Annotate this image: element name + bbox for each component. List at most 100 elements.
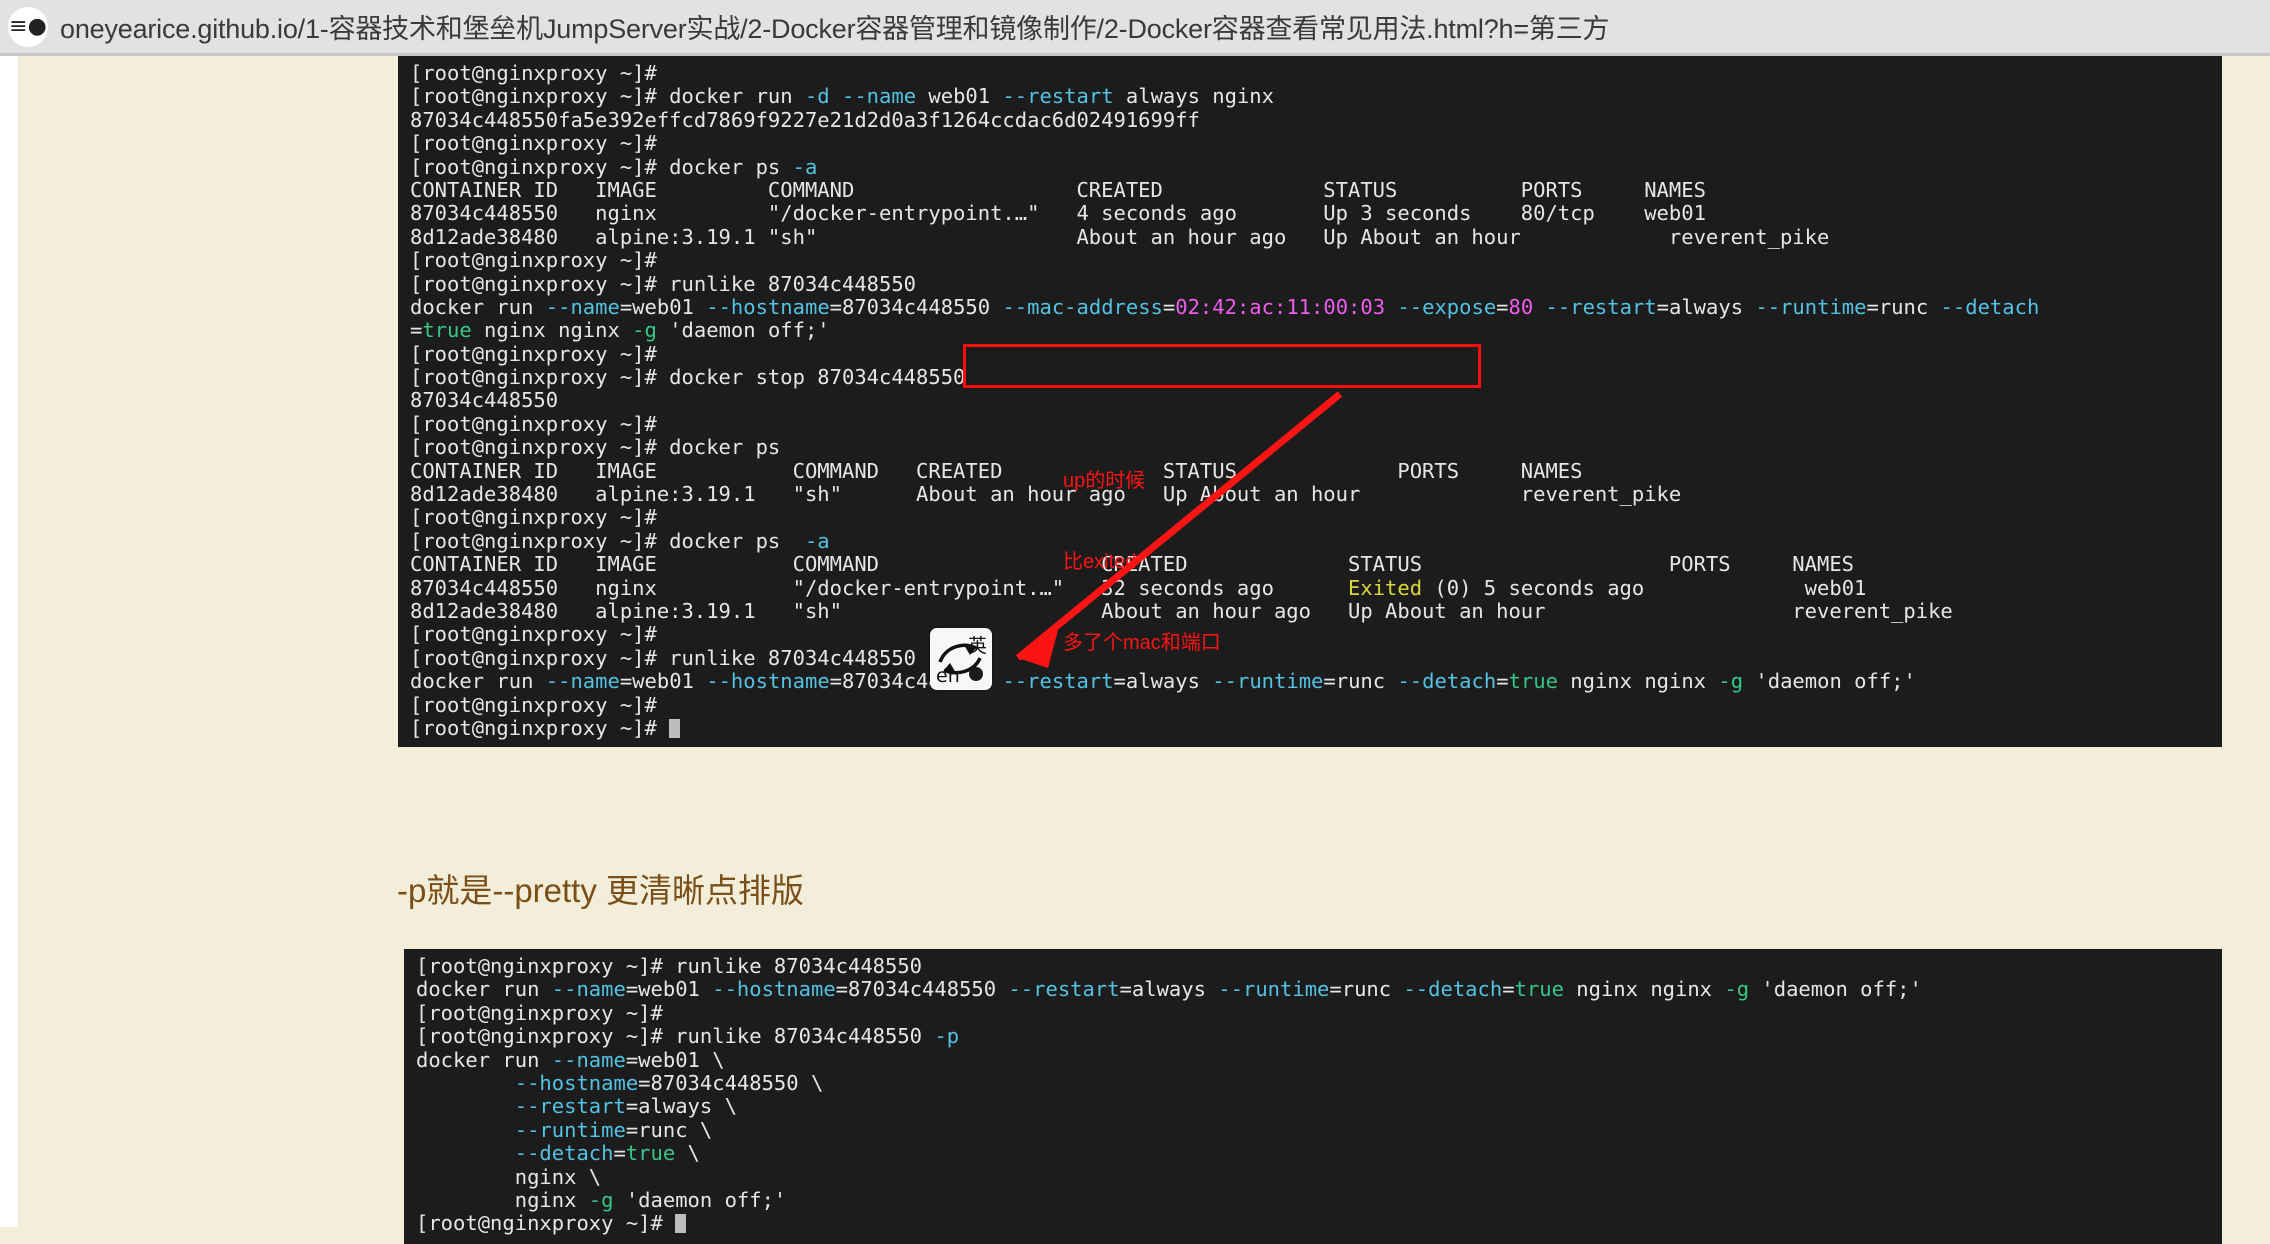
terminal-line: [root@nginxproxy ~]# runlike 87034c44855… — [410, 647, 2222, 670]
terminal-text: 'daemon off;' — [613, 1188, 786, 1212]
terminal-text — [1533, 295, 1545, 319]
terminal-text: -g — [1718, 669, 1743, 693]
terminal-text: [root@nginxproxy ~]# — [410, 342, 657, 366]
terminal-line: [root@nginxproxy ~]# — [410, 717, 2222, 740]
terminal-text: --runtime — [1212, 669, 1323, 693]
terminal-text: CONTAINER ID IMAGE COMMAND CREATED STATU… — [410, 178, 1706, 202]
terminal-text: =web01 — [620, 669, 706, 693]
terminal-line: --hostname=87034c448550 \ — [416, 1072, 2222, 1095]
terminal-text: -g — [632, 318, 657, 342]
terminal-block-top[interactable]: [root@nginxproxy ~]#[root@nginxproxy ~]#… — [398, 56, 2222, 747]
terminal-text: always nginx — [1114, 84, 1274, 108]
terminal-text: web01 — [916, 84, 1002, 108]
terminal-text: 80 — [1509, 295, 1534, 319]
terminal-text — [830, 84, 842, 108]
terminal-text — [416, 1141, 515, 1165]
terminal-text: = — [1496, 295, 1508, 319]
terminal-text: true — [422, 318, 471, 342]
terminal-text: -g — [1724, 977, 1749, 1001]
terminal-text: [root@nginxproxy ~]# runlike 87034c44855… — [410, 646, 916, 670]
terminal-block-bottom[interactable]: [root@nginxproxy ~]# runlike 87034c44855… — [404, 949, 2222, 1244]
browser-url-bar[interactable]: ≡● oneyearice.github.io/1-容器技术和堡垒机JumpSe… — [0, 0, 2270, 53]
terminal-text: =87034c448550 \ — [638, 1071, 823, 1095]
annotation-line-1: up的时候 — [1063, 468, 1221, 495]
terminal-text — [1385, 295, 1397, 319]
terminal-text: --mac-address — [1002, 295, 1162, 319]
terminal-text: --detach — [1397, 669, 1496, 693]
terminal-line: 87034c448550 — [410, 389, 2222, 412]
terminal-line: [root@nginxproxy ~]# — [410, 694, 2222, 717]
terminal-text: docker run — [410, 295, 546, 319]
terminal-line: docker run --name=web01 \ — [416, 1049, 2222, 1072]
terminal-text: 'daemon off;' — [1743, 669, 1916, 693]
page-info-icon[interactable]: ≡● — [8, 7, 48, 47]
terminal-text: 'daemon off;' — [1749, 977, 1922, 1001]
terminal-text: nginx nginx — [1558, 669, 1718, 693]
terminal-text: --restart — [1546, 295, 1657, 319]
terminal-text: 8d12ade38480 alpine:3.19.1 "sh" About an… — [410, 225, 1829, 249]
terminal-text: [root@nginxproxy ~]# runlike 87034c44855… — [416, 1024, 934, 1048]
terminal-text: nginx \ — [416, 1165, 601, 1189]
terminal-text: --name — [552, 1048, 626, 1072]
terminal-text: =always — [1657, 295, 1756, 319]
terminal-text: =always \ — [626, 1094, 737, 1118]
terminal-text: 02:42:ac:11:00:03 — [1175, 295, 1385, 319]
terminal-line: [root@nginxproxy ~]# — [410, 62, 2222, 85]
terminal-line: [root@nginxproxy ~]# — [410, 249, 2222, 272]
terminal-text: [root@nginxproxy ~]# docker ps — [410, 435, 780, 459]
terminal-text: --name — [546, 295, 620, 319]
terminal-text: [root@nginxproxy ~]# — [410, 693, 657, 717]
terminal-line: [root@nginxproxy ~]# runlike 87034c44855… — [410, 273, 2222, 296]
terminal-text — [416, 1094, 515, 1118]
terminal-text: --name — [552, 977, 626, 1001]
terminal-text: = — [614, 1141, 626, 1165]
terminal-text: -d — [805, 84, 830, 108]
terminal-line: docker run --name=web01 --hostname=87034… — [410, 670, 2222, 693]
terminal-line: 87034c448550 nginx "/docker-entrypoint.…… — [410, 577, 2222, 600]
terminal-line: 87034c448550 nginx "/docker-entrypoint.…… — [410, 202, 2222, 225]
terminal-text: [root@nginxproxy ~]# — [410, 248, 657, 272]
annotation-line-2: 比exited — [1063, 549, 1221, 576]
terminal-line: [root@nginxproxy ~]# — [410, 413, 2222, 436]
terminal-text: 87034c448550 nginx "/docker-entrypoint.…… — [410, 201, 1706, 225]
ime-switcher-icon[interactable]: 英 en — [930, 628, 992, 690]
terminal-line: nginx -g 'daemon off;' — [416, 1189, 2222, 1212]
terminal-text: -g — [589, 1188, 614, 1212]
annotation-line-3: 多了个mac和端口 — [1063, 630, 1221, 657]
terminal-text: [root@nginxproxy ~]# docker run — [410, 84, 805, 108]
page-content: [root@nginxproxy ~]#[root@nginxproxy ~]#… — [0, 56, 2270, 1227]
terminal-text: =runc — [1329, 977, 1403, 1001]
terminal-text: --restart — [1008, 977, 1119, 1001]
terminal-line: [root@nginxproxy ~]# — [416, 1212, 2222, 1235]
terminal-text: docker run — [410, 669, 546, 693]
terminal-text: [root@nginxproxy ~]# runlike 87034c44855… — [416, 954, 922, 978]
terminal-text: 87034c448550 nginx "/docker-entry — [410, 576, 965, 600]
terminal-text: Exited — [1348, 576, 1422, 600]
terminal-line: 8d12ade38480 alpine:3.19.1 "sh" About an… — [410, 483, 2222, 506]
terminal-line: [root@nginxproxy ~]# docker ps -a — [410, 530, 2222, 553]
terminal-cursor — [675, 1214, 686, 1233]
terminal-line: [root@nginxproxy ~]# docker ps — [410, 436, 2222, 459]
terminal-text: =87034c448550 — [836, 977, 1009, 1001]
terminal-line: nginx \ — [416, 1166, 2222, 1189]
terminal-text: =always — [1120, 977, 1219, 1001]
terminal-text: --restart — [1002, 84, 1113, 108]
terminal-line: [root@nginxproxy ~]# — [416, 1002, 2222, 1025]
terminal-text: nginx — [416, 1188, 589, 1212]
annotation-text: up的时候 比exited 多了个mac和端口 — [1063, 414, 1221, 711]
terminal-line: --runtime=runc \ — [416, 1119, 2222, 1142]
terminal-text: = — [1163, 295, 1175, 319]
terminal-line: CONTAINER ID IMAGE COMMAND CREATED STATU… — [410, 553, 2222, 576]
terminal-text: --runtime — [1755, 295, 1866, 319]
terminal-text: [root@nginxproxy ~]# — [410, 716, 669, 740]
terminal-text: --restart — [515, 1094, 626, 1118]
terminal-line: [root@nginxproxy ~]# — [410, 506, 2222, 529]
terminal-text: docker run — [416, 977, 552, 1001]
terminal-text: -p — [934, 1024, 959, 1048]
terminal-text: docker run — [416, 1048, 552, 1072]
terminal-text: = — [1496, 669, 1508, 693]
terminal-text: --detach — [1941, 295, 2040, 319]
terminal-text: = — [410, 318, 422, 342]
terminal-text: =runc — [1866, 295, 1940, 319]
terminal-text: --name — [546, 669, 620, 693]
